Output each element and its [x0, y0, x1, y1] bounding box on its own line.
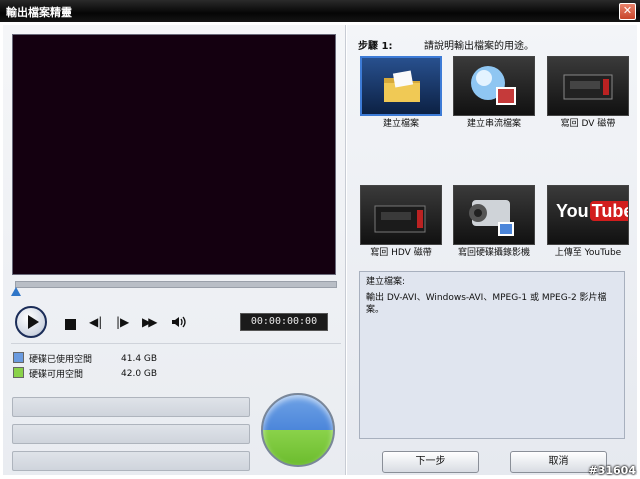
disk-used-row: 硬碟已使用空間 41.4 GB [13, 352, 157, 366]
youtube-logo-tube: Tube [589, 201, 628, 221]
close-button[interactable]: ✕ [619, 3, 636, 20]
step-label: 步驟 1: [358, 41, 393, 52]
watermark: #31604 [588, 464, 637, 477]
description-box: 建立檔案: 輸出 DV-AVI、Windows-AVI、MPEG-1 或 MPE… [359, 271, 625, 439]
progress-bar-3 [12, 451, 250, 471]
hdv-camcorder-icon [360, 185, 442, 245]
dv-camcorder-icon [547, 56, 629, 116]
used-swatch [13, 352, 24, 363]
tile-label: 寫回 HDV 磁帶 [370, 248, 432, 258]
title-bar: 輸出檔案精靈 ✕ [0, 0, 640, 23]
tile-label: 寫回硬碟攝錄影機 [457, 248, 530, 258]
disk-used-value: 41.4 GB [121, 354, 158, 364]
scrub-track[interactable] [15, 281, 337, 288]
scrub-thumb[interactable] [11, 287, 21, 296]
tile-label: 建立串流檔案 [466, 119, 521, 129]
disk-free-row: 硬碟可用空間 42.0 GB [13, 367, 157, 381]
description-heading: 建立檔案: [366, 277, 406, 287]
next-button[interactable]: 下一步 [382, 451, 479, 473]
tile-create-stream[interactable]: 建立串流檔案 [453, 56, 535, 129]
description-body: 輸出 DV-AVI、Windows-AVI、MPEG-1 或 MPEG-2 影片… [366, 293, 607, 315]
next-frame-button[interactable]: |▶ [116, 315, 129, 329]
youtube-logo-icon: YouTube [547, 185, 629, 245]
divider [11, 343, 341, 344]
tile-create-file[interactable]: 建立檔案 [360, 56, 442, 129]
hdd-camcorder-icon [453, 185, 535, 245]
free-swatch [13, 367, 24, 378]
stop-button[interactable] [65, 319, 76, 330]
step-description: 請說明輸出檔案的用途。 [424, 41, 534, 52]
prev-frame-button[interactable]: ◀| [89, 315, 102, 329]
window-title: 輸出檔案精靈 [6, 6, 72, 19]
tile-label: 上傳至 YouTube [554, 248, 622, 258]
youtube-logo-you: You [556, 201, 589, 221]
timecode-display: 00:00:00:00 [240, 313, 328, 331]
globe-stream-icon [453, 56, 535, 116]
disk-used-label: 硬碟已使用空間 [29, 355, 93, 365]
preview-panel: ◀| |▶ ▶▶ 00:00:00:00 硬碟已使用空間 41.4 GB 硬碟可… [3, 25, 346, 475]
tile-upload-youtube[interactable]: YouTube 上傳至 YouTube [547, 185, 629, 258]
progress-bar-2 [12, 424, 250, 444]
tile-label: 建立檔案 [382, 119, 419, 129]
volume-icon[interactable] [171, 315, 187, 329]
options-panel: 步驟 1: 請說明輸出檔案的用途。 建立檔案 建立串流檔案 寫回 DV 磁帶 寫… [347, 25, 637, 475]
progress-bar-1 [12, 397, 250, 417]
tile-write-dv[interactable]: 寫回 DV 磁帶 [547, 56, 629, 129]
disk-free-value: 42.0 GB [121, 369, 158, 379]
tile-label: 寫回 DV 磁帶 [560, 119, 616, 129]
video-preview [12, 34, 336, 275]
tile-write-hdv[interactable]: 寫回 HDV 磁帶 [360, 185, 442, 258]
folder-icon [360, 56, 442, 116]
disk-free-label: 硬碟可用空間 [29, 370, 84, 380]
tile-write-hdd-cam[interactable]: 寫回硬碟攝錄影機 [453, 185, 535, 258]
disk-usage-pie [261, 393, 335, 467]
wizard-body: ◀| |▶ ▶▶ 00:00:00:00 硬碟已使用空間 41.4 GB 硬碟可… [0, 22, 640, 479]
fast-forward-button[interactable]: ▶▶ [142, 315, 158, 329]
play-button[interactable] [15, 306, 47, 338]
